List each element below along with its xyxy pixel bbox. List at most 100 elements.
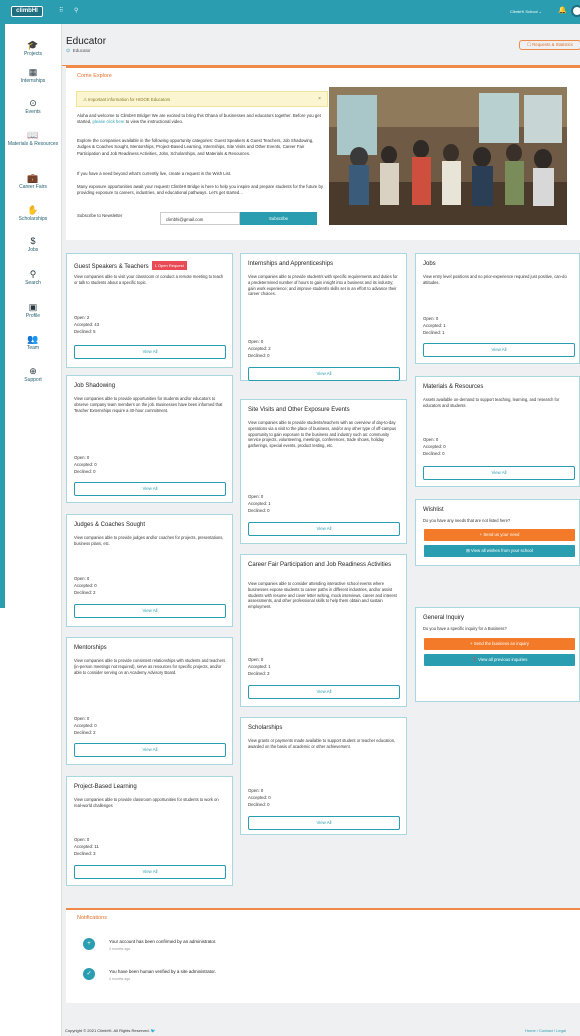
intro-text-end: to view the instructional video. <box>124 119 184 125</box>
newsletter-email-input[interactable]: climbhi@gmail.com <box>160 212 240 225</box>
card-title: Mentorships <box>74 645 107 651</box>
stat-declined: Declined: 0 <box>248 353 270 358</box>
requests-statistics-button[interactable]: ☐ Requests & Statistics <box>519 40 580 50</box>
close-icon[interactable]: × <box>318 96 321 102</box>
categories-paragraph: Explore the companies available in the f… <box>77 138 314 156</box>
stat-open: Open: 0 <box>248 657 264 662</box>
notification-time: 4 months ago <box>109 977 131 981</box>
sidebar-item-support[interactable]: ⊕ Support <box>5 366 61 383</box>
dollar-icon: $ <box>30 236 36 246</box>
view-all-button[interactable]: View All <box>74 604 226 618</box>
footer-links[interactable]: Home / Contact / Legal <box>525 1028 566 1033</box>
sidebar-item-materials[interactable]: 📖 Materials & Resources <box>5 130 61 147</box>
page-title: Educator <box>66 36 107 47</box>
stat-accepted: Accepted: 0 <box>74 583 97 588</box>
view-all-button[interactable]: View All <box>248 685 400 699</box>
sidebar-item-label: Profile <box>25 313 41 319</box>
view-inquiries-button[interactable]: ❓ View all previous inquiries <box>424 654 575 666</box>
panel-title: Notifications <box>77 915 107 921</box>
stat-accepted: Accepted: 0 <box>74 462 97 467</box>
stat-declined: Declined: 0 <box>248 802 270 807</box>
card-judges-coaches: Judges & Coaches Sought View companies a… <box>66 514 233 627</box>
open-request-badge[interactable]: 1 Open Request <box>151 261 187 270</box>
view-all-button[interactable]: View All <box>423 343 575 357</box>
breadcrumb-item[interactable]: Educator <box>73 48 91 53</box>
stat-open: Open: 0 <box>74 455 90 460</box>
view-all-button[interactable]: View All <box>74 345 226 359</box>
card-description: View grants or payments made available t… <box>248 738 396 749</box>
stat-declined: Declined: 1 <box>423 330 445 335</box>
card-description: View companies able to provide judges an… <box>74 535 224 546</box>
view-all-button[interactable]: View All <box>423 466 575 480</box>
twitter-icon[interactable]: 🐦 <box>151 1028 156 1033</box>
graduation-cap-icon: 🎓 <box>27 40 39 50</box>
breadcrumb: ⊙ Educator <box>66 48 91 54</box>
school-dropdown[interactable]: ClimbHI School ⌄ <box>510 9 542 14</box>
card-title: Scholarships <box>248 725 283 731</box>
sidebar-item-profile[interactable]: ▣ Profile <box>5 302 61 319</box>
card-title: Internships and Apprenticeships <box>248 261 334 267</box>
view-all-button[interactable]: View All <box>248 522 400 536</box>
card-jobs: Jobs View entry level positions and no p… <box>415 253 580 364</box>
view-all-button[interactable]: View All <box>74 482 226 496</box>
view-all-button[interactable]: View All <box>74 865 226 879</box>
view-wishes-button[interactable]: ⊞ View all wishes from your school <box>424 545 575 557</box>
bell-icon[interactable]: 🔔 <box>558 6 567 14</box>
card-stats: Open: 0 Accepted: 0 Declined: 2 <box>74 715 97 736</box>
map-pin-icon: ⊙ <box>29 98 37 108</box>
sidebar-item-scholarships[interactable]: ✋ Scholarships <box>5 205 61 222</box>
view-all-button[interactable]: View All <box>74 743 226 757</box>
sidebar-item-team[interactable]: 👥 Team <box>5 334 61 351</box>
stat-accepted: Accepted: 0 <box>74 723 97 728</box>
subscribe-button[interactable]: Subscribe <box>240 212 317 225</box>
card-description: Do you have a specific inquiry for a Bus… <box>423 626 507 631</box>
card-stats: Open: 0 Accepted: 0 Declined: 0 <box>74 454 97 475</box>
stat-open: Open: 0 <box>248 339 264 344</box>
top-bar: climbHI ⠿ ⚲ ClimbHI School ⌄ 🔔 <box>0 0 580 24</box>
grid-icon[interactable]: ⠿ <box>59 7 63 14</box>
search-icon[interactable]: ⚲ <box>74 7 78 14</box>
alert-banner: ⚠ Important information for HIDOE Educat… <box>76 91 328 107</box>
stat-declined: Declined: 0 <box>248 508 270 513</box>
stat-accepted: Accepted: 1 <box>423 323 446 328</box>
card-description: View companies able to provide opportuni… <box>74 396 223 413</box>
notification-text: You have been human verified by a site a… <box>109 969 216 974</box>
stat-open: Open: 0 <box>74 576 90 581</box>
card-general-inquiry: General Inquiry Do you have a specific i… <box>415 607 580 702</box>
send-inquiry-button[interactable]: + Send the business an inquiry <box>424 638 575 650</box>
stat-open: Open: 0 <box>248 494 264 499</box>
view-all-button[interactable]: View All <box>248 816 400 830</box>
stat-open: Open: 0 <box>423 316 439 321</box>
card-description: View companies able to provide classroom… <box>74 797 219 808</box>
stat-declined: Declined: 2 <box>74 590 96 595</box>
card-site-visits: Site Visits and Other Exposure Events Vi… <box>240 399 407 544</box>
sidebar-item-career-fairs[interactable]: 💼 Career Fairs <box>5 173 61 190</box>
card-description: View entry level positions and no prior-… <box>423 274 567 285</box>
card-stats: Open: 0 Accepted: 0 Declined: 0 <box>423 436 446 457</box>
wishlist-paragraph: If you have a need beyond what's current… <box>77 171 232 176</box>
exposure-paragraph: Many exposure opportunities await your r… <box>77 184 324 196</box>
sidebar-item-label: Search <box>25 280 41 286</box>
sidebar-item-projects[interactable]: 🎓 Projects <box>5 40 61 57</box>
notification-time: 4 months ago <box>109 947 131 951</box>
card-career-fair: Career Fair Participation and Job Readin… <box>240 554 407 707</box>
video-link[interactable]: please click here <box>93 119 125 124</box>
stat-accepted: Accepted: 11 <box>74 844 99 849</box>
home-icon[interactable]: ⊙ <box>66 48 70 54</box>
alert-text[interactable]: ⚠ Important information for HIDOE Educat… <box>83 97 170 102</box>
avatar[interactable] <box>571 5 580 17</box>
card-materials-resources: Materials & Resources Assets available o… <box>415 376 580 487</box>
stat-accepted: Accepted: 1 <box>248 501 271 506</box>
card-scholarships: Scholarships View grants or payments mad… <box>240 717 407 835</box>
stat-accepted: Accepted: 2 <box>248 346 271 351</box>
sidebar-item-jobs[interactable]: $ Jobs <box>5 236 61 253</box>
sidebar-item-search[interactable]: ⚲ Search <box>5 269 61 286</box>
view-all-button[interactable]: View All <box>248 367 400 381</box>
card-title: General Inquiry <box>423 615 465 621</box>
send-need-button[interactable]: + Send us your need <box>424 529 575 541</box>
newsletter-label: Subscribe to Newsletter <box>77 213 123 218</box>
climbhi-logo[interactable]: climbHI <box>11 6 43 17</box>
sidebar-item-internships[interactable]: ▦ Internships <box>5 67 61 84</box>
stat-open: Open: 0 <box>74 837 90 842</box>
sidebar-item-events[interactable]: ⊙ Events <box>5 98 61 115</box>
